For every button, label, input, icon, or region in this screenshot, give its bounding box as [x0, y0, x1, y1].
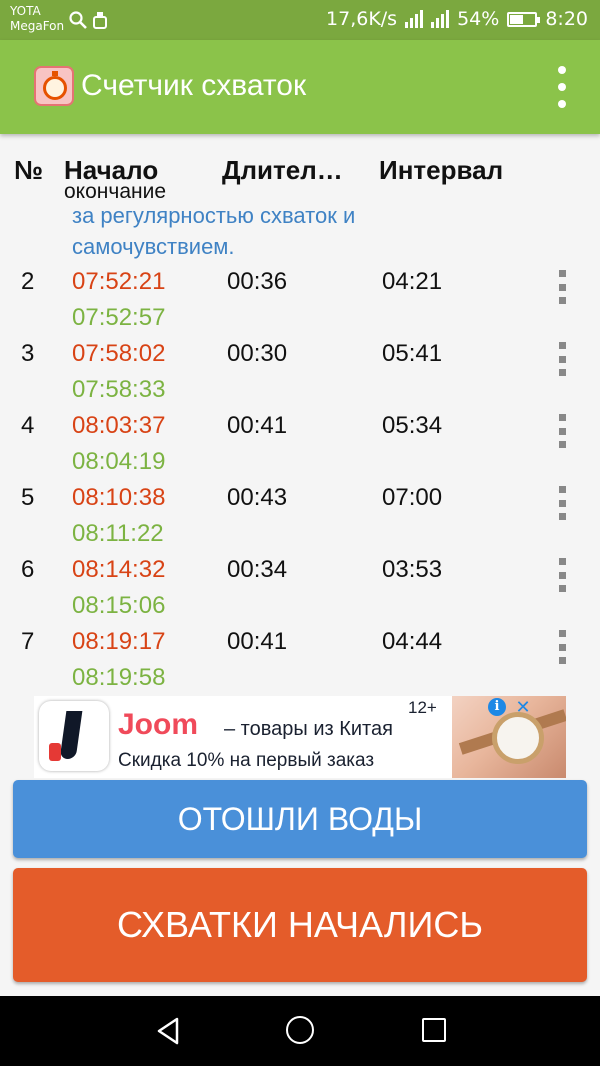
- row-menu-icon[interactable]: [556, 486, 568, 520]
- row-start-time: 08:10:38: [72, 484, 166, 511]
- clock: 8:20: [545, 8, 588, 30]
- row-duration: 00:34: [227, 556, 288, 583]
- ad-brand: Joom: [118, 708, 199, 741]
- info-text: за регулярностью схваток и самочувствием…: [72, 203, 356, 259]
- water-broke-button[interactable]: ОТОШЛИ ВОДЫ: [13, 780, 587, 858]
- row-end-time: 08:11:22: [72, 520, 164, 547]
- search-icon: [68, 11, 92, 34]
- table-row[interactable]: 2 07:52:21 07:52:57 00:36 04:21: [0, 266, 600, 338]
- battery-percent: 54%: [457, 8, 500, 30]
- row-number: 7: [21, 628, 35, 655]
- row-end-time: 08:19:58: [72, 664, 166, 691]
- row-number: 5: [21, 484, 35, 511]
- joom-logo: [39, 701, 109, 771]
- back-icon[interactable]: [155, 1016, 181, 1051]
- network-speed: 17,6K/s: [326, 8, 398, 30]
- app-title: Счетчик схваток: [81, 69, 307, 102]
- table-row[interactable]: 6 08:14:32 08:15:06 00:34 03:53: [0, 554, 600, 626]
- row-end-time: 07:58:33: [72, 376, 166, 403]
- row-interval: 04:21: [382, 268, 443, 295]
- row-start-time: 08:14:32: [72, 556, 166, 583]
- signal-icon: [405, 10, 424, 28]
- row-interval: 04:44: [382, 628, 443, 655]
- row-end-time: 08:04:19: [72, 448, 166, 475]
- ad-close-icon[interactable]: ✕: [514, 698, 532, 716]
- navigation-bar: [0, 996, 600, 1066]
- row-number: 4: [21, 412, 35, 439]
- status-right: 17,6K/s 54% 8:20: [326, 8, 588, 30]
- row-start-time: 07:58:02: [72, 340, 166, 367]
- signal-icon-2: [431, 10, 450, 28]
- row-start-time: 08:03:37: [72, 412, 166, 439]
- row-duration: 00:41: [227, 628, 288, 655]
- row-interval: 05:41: [382, 340, 443, 367]
- row-interval: 03:53: [382, 556, 443, 583]
- carrier-megafon: MegaFon: [10, 19, 65, 33]
- row-menu-icon[interactable]: [556, 630, 568, 664]
- ad-banner[interactable]: Joom – товары из Китая 12+ Скидка 10% на…: [34, 696, 566, 778]
- ad-info-icon[interactable]: i: [488, 698, 506, 716]
- contractions-started-button[interactable]: СХВАТКИ НАЧАЛИСЬ: [13, 868, 587, 982]
- row-number: 6: [21, 556, 35, 583]
- recent-apps-icon[interactable]: [422, 1018, 446, 1042]
- overflow-menu-icon[interactable]: [554, 66, 570, 108]
- row-interval: 05:34: [382, 412, 443, 439]
- table-row[interactable]: 7 08:19:17 08:19:58 00:41 04:44: [0, 626, 600, 698]
- home-icon[interactable]: [286, 1016, 314, 1044]
- row-menu-icon[interactable]: [556, 270, 568, 304]
- row-duration: 00:36: [227, 268, 288, 295]
- row-number: 3: [21, 340, 35, 367]
- table-row[interactable]: 3 07:58:02 07:58:33 00:30 05:41: [0, 338, 600, 410]
- battery-fill: [510, 14, 524, 24]
- ad-age-rating: 12+: [408, 698, 437, 717]
- row-duration: 00:43: [227, 484, 288, 511]
- ad-watch-image: [452, 696, 566, 778]
- ad-subline: Скидка 10% на первый заказ: [118, 750, 375, 771]
- stopwatch-icon: [34, 66, 74, 106]
- table-row[interactable]: 5 08:10:38 08:11:22 00:43 07:00: [0, 482, 600, 554]
- row-start-time: 07:52:21: [72, 268, 166, 295]
- ad-headline: – товары из Китая: [224, 718, 393, 740]
- row-interval: 07:00: [382, 484, 443, 511]
- column-header-num: №: [14, 155, 43, 185]
- notification-icons: [68, 10, 108, 35]
- row-duration: 00:41: [227, 412, 288, 439]
- row-number: 2: [21, 268, 35, 295]
- row-end-time: 08:15:06: [72, 592, 166, 619]
- app-bar: Счетчик схваток: [0, 40, 600, 134]
- usb-icon: [92, 12, 108, 34]
- status-bar: YOTA MegaFon 17,6K/s 54% 8:20: [0, 0, 600, 40]
- carrier-label: YOTA MegaFon: [10, 4, 64, 34]
- row-menu-icon[interactable]: [556, 558, 568, 592]
- row-start-time: 08:19:17: [72, 628, 166, 655]
- column-header-duration: Длител…: [222, 155, 343, 185]
- row-end-time: 07:52:57: [72, 304, 166, 331]
- column-header-interval: Интервал: [379, 155, 504, 185]
- carrier-yota: YOTA: [10, 4, 41, 18]
- table-row[interactable]: 4 08:03:37 08:04:19 00:41 05:34: [0, 410, 600, 482]
- battery-icon: [507, 11, 541, 27]
- row-menu-icon[interactable]: [556, 342, 568, 376]
- row-duration: 00:30: [227, 340, 288, 367]
- row-menu-icon[interactable]: [556, 414, 568, 448]
